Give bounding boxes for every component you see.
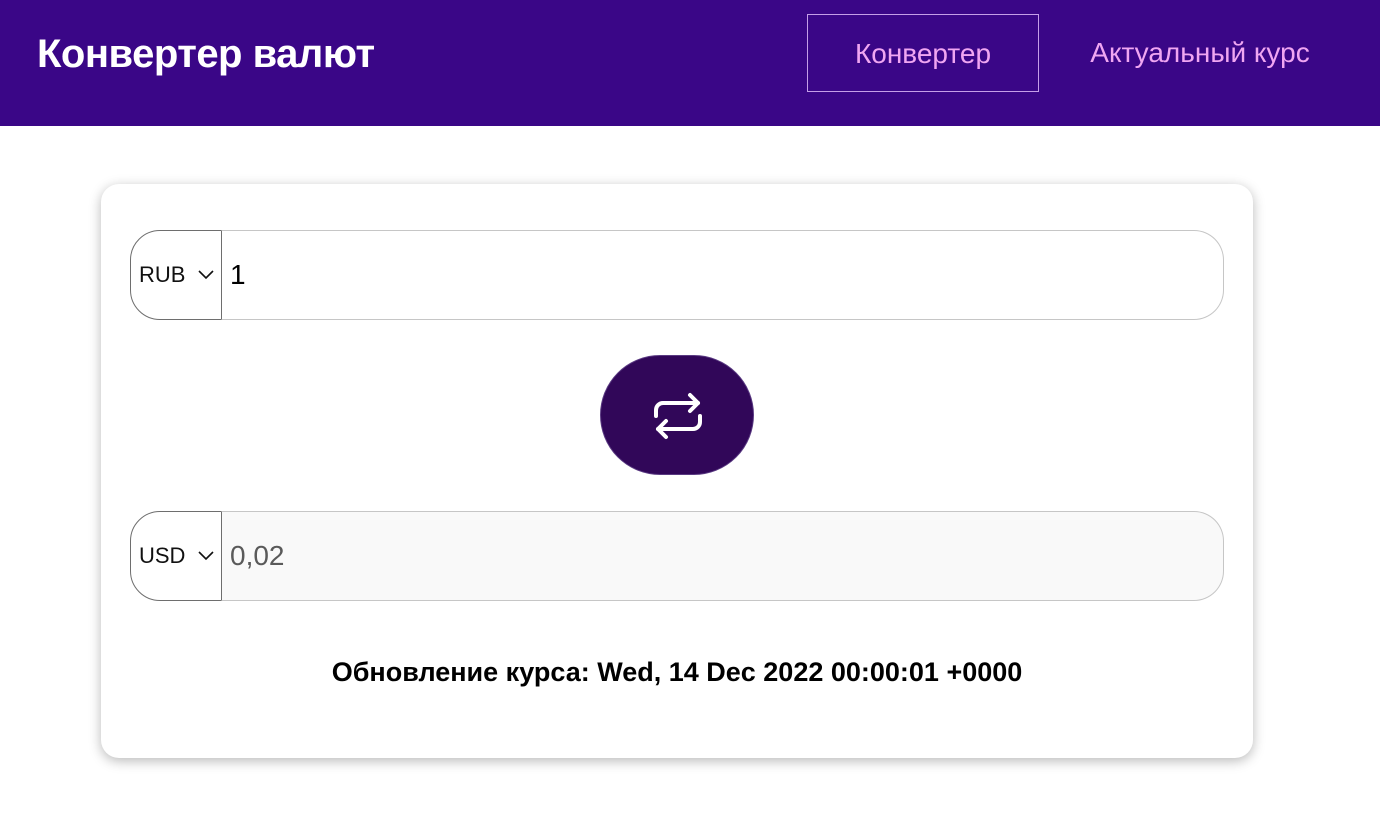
converter-card: RUB 1 USD 0,02 Обновление курса: Wed, 14… <box>101 184 1253 758</box>
to-currency-select[interactable]: USD <box>130 511 222 601</box>
nav-current-rate-button[interactable]: Актуальный курс <box>1062 14 1338 92</box>
from-currency-code: RUB <box>139 262 186 287</box>
from-amount-value: 1 <box>230 259 246 290</box>
from-amount-input[interactable]: 1 <box>221 230 1224 320</box>
rate-update-label: Обновление курса: <box>331 657 590 687</box>
top-header: Конвертер валют Конвертер Актуальный кур… <box>0 0 1380 126</box>
nav-converter-button[interactable]: Конвертер <box>807 14 1039 92</box>
app-title: Конвертер валют <box>37 32 375 76</box>
from-currency-row: RUB 1 <box>130 230 1224 320</box>
to-amount-output: 0,02 <box>221 511 1224 601</box>
rate-update-info: Обновление курса: Wed, 14 Dec 2022 00:00… <box>101 654 1253 690</box>
to-currency-row: USD 0,02 <box>130 511 1224 601</box>
swap-currencies-button[interactable] <box>600 355 754 475</box>
chevron-down-icon <box>198 551 214 561</box>
to-amount-value: 0,02 <box>230 540 285 571</box>
swap-arrows-icon <box>654 393 702 439</box>
to-currency-code: USD <box>139 543 186 568</box>
from-currency-select[interactable]: RUB <box>130 230 222 320</box>
rate-update-time: Wed, 14 Dec 2022 00:00:01 +0000 <box>597 657 1023 687</box>
chevron-down-icon <box>198 270 214 280</box>
